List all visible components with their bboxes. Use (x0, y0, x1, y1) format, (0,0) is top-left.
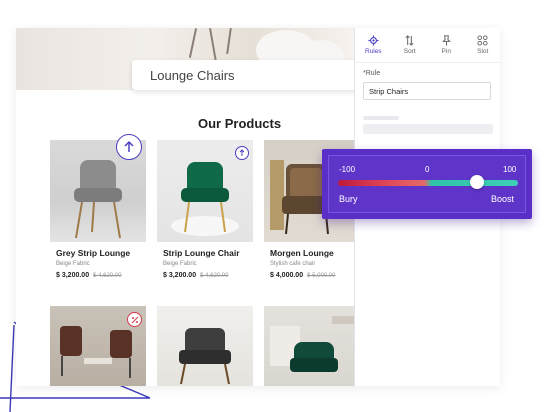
product-price: $ 3,200.00 $ 4,620.00 (56, 272, 121, 279)
placeholder-bar (363, 124, 493, 134)
product-subtitle: Beige Fabric (56, 261, 90, 267)
current-price: $ 3,200.00 (56, 272, 90, 279)
slider-max-label: 100 (503, 165, 517, 174)
rule-label: *Rule (363, 70, 381, 77)
gear-icon (368, 35, 379, 46)
tab-slot[interactable]: Slot (465, 28, 501, 62)
product-price: $ 3,200.00 $ 4,620.00 (163, 272, 228, 279)
product-card[interactable] (264, 306, 360, 386)
current-price: $ 4,000.00 (270, 272, 304, 279)
grid-icon (477, 35, 488, 46)
bury-label: Bury (339, 194, 358, 204)
current-price: $ 3,200.00 (163, 272, 197, 279)
product-card[interactable]: Strip Lounge Chair Beige Fabric $ 3,200.… (157, 140, 253, 290)
product-subtitle: Stylish cafe chair (270, 261, 316, 267)
product-name[interactable]: Strip Lounge Chair (163, 248, 240, 258)
search-input[interactable]: Lounge Chairs (150, 68, 235, 83)
boost-up-small-icon[interactable] (235, 146, 249, 160)
slider-min-label: -100 (339, 165, 356, 174)
product-price: $ 4,000.00 $ 5,000.00 (270, 272, 335, 279)
product-image[interactable] (264, 306, 360, 386)
rule-input[interactable]: Strip Chairs (363, 82, 491, 100)
product-image[interactable] (157, 306, 253, 386)
search-bar[interactable]: Lounge Chairs (132, 60, 374, 90)
sort-arrows-icon (405, 35, 414, 46)
tab-rules[interactable]: Rules (355, 28, 392, 62)
tab-pin[interactable]: Pin (428, 28, 465, 62)
tab-label: Rules (364, 48, 382, 55)
slider-mid-label: 0 (425, 165, 430, 174)
slider-handle[interactable] (470, 175, 484, 189)
product-subtitle: Beige Fabric (163, 261, 197, 267)
tab-sort[interactable]: Sort (392, 28, 429, 62)
page-title: Our Products (198, 116, 282, 131)
product-card[interactable] (157, 306, 253, 386)
panel-tabs: Rules Sort Pin Slot (355, 28, 500, 63)
product-name[interactable]: Morgen Lounge (270, 248, 334, 258)
boost-label: Boost (491, 194, 515, 204)
tab-label: Pin (441, 48, 451, 55)
slider-track[interactable] (338, 180, 518, 186)
product-name[interactable]: Grey Strip Lounge (56, 248, 130, 258)
pin-icon (441, 35, 451, 46)
old-price: $ 4,620.00 (200, 273, 229, 279)
boost-up-icon[interactable] (116, 134, 142, 160)
pinned-icon[interactable] (127, 312, 142, 327)
product-card[interactable] (50, 306, 146, 386)
tab-label: Sort (403, 48, 416, 55)
old-price: $ 4,620.00 (93, 273, 122, 279)
tab-label: Slot (477, 48, 489, 55)
old-price: $ 5,000.00 (307, 273, 336, 279)
product-card[interactable]: Grey Strip Lounge Beige Fabric $ 3,200.0… (50, 134, 146, 290)
placeholder-line (363, 116, 399, 120)
